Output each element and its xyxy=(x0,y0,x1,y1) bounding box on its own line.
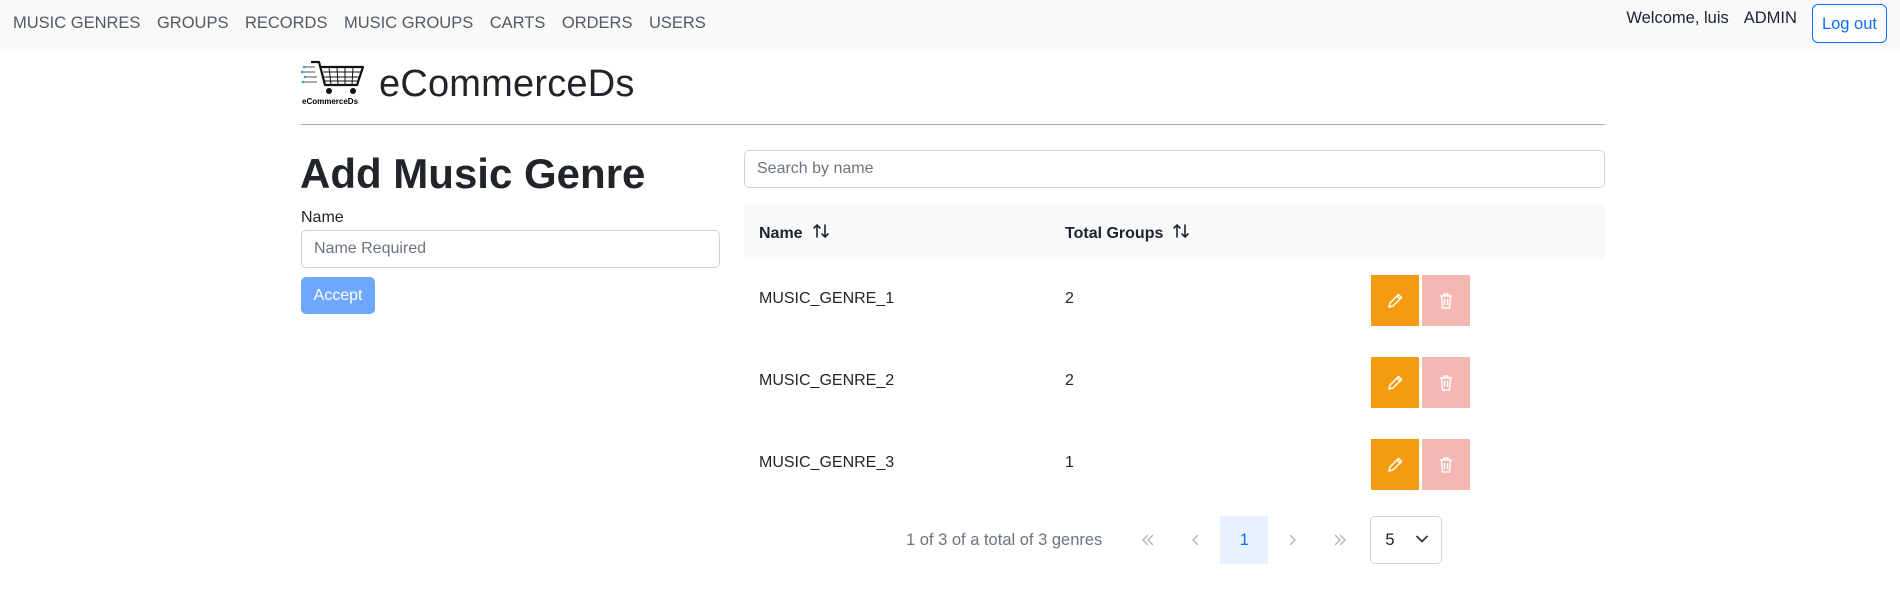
nav-user-area: Welcome, luis ADMIN Log out xyxy=(1626,4,1887,43)
edit-button[interactable] xyxy=(1371,439,1419,490)
trash-icon xyxy=(1440,292,1452,309)
first-page-button[interactable] xyxy=(1124,516,1172,564)
page-size-select[interactable]: 5 xyxy=(1370,516,1443,564)
brand-divider xyxy=(301,124,1605,125)
chevron-down-icon xyxy=(1416,535,1429,543)
delete-button[interactable] xyxy=(1422,275,1470,326)
table-row: MUSIC_GENRE_3 1 xyxy=(744,423,1605,505)
page-title: Add Music Genre xyxy=(300,150,646,197)
nav-link-groups[interactable]: GROUPS xyxy=(157,14,229,33)
previous-page-button[interactable] xyxy=(1172,516,1220,564)
nav-link-users[interactable]: USERS xyxy=(649,14,706,33)
column-header-total-groups[interactable]: Total Groups xyxy=(1065,222,1190,245)
nav-link-music-genres[interactable]: MUSIC GENRES xyxy=(13,14,140,33)
double-chevron-left-icon xyxy=(1142,534,1154,546)
brand: eCommerceDs eCommerceDs xyxy=(301,59,635,109)
total-groups-cell: 1 xyxy=(1065,454,1074,471)
double-chevron-right-icon xyxy=(1334,534,1347,546)
nav-links: MUSIC GENRES GROUPS RECORDS MUSIC GROUPS… xyxy=(13,14,722,33)
name-label: Name xyxy=(301,209,344,226)
search-input[interactable] xyxy=(744,150,1605,188)
trash-icon xyxy=(1440,456,1452,473)
accept-button[interactable]: Accept xyxy=(301,277,375,314)
edit-button[interactable] xyxy=(1371,275,1419,326)
next-page-button[interactable] xyxy=(1268,516,1316,564)
column-header-name-label: Name xyxy=(759,224,803,242)
name-field[interactable] xyxy=(301,230,720,268)
user-role: ADMIN xyxy=(1743,9,1797,27)
total-groups-cell: 2 xyxy=(1065,290,1074,307)
genres-table: Name Total Groups MUSIC_GENRE_1 2 MUSIC_… xyxy=(744,204,1605,505)
genre-name-cell: MUSIC_GENRE_1 xyxy=(759,290,895,307)
table-header: Name Total Groups xyxy=(744,204,1605,259)
pencil-icon xyxy=(1388,375,1403,390)
chevron-right-icon xyxy=(1289,534,1297,546)
nav-link-orders[interactable]: ORDERS xyxy=(562,14,633,33)
nav-link-records[interactable]: RECORDS xyxy=(245,14,328,33)
welcome-text: Welcome, luis xyxy=(1626,9,1729,27)
table-row: MUSIC_GENRE_2 2 xyxy=(744,341,1605,423)
column-header-total-label: Total Groups xyxy=(1065,224,1164,242)
column-header-name[interactable]: Name xyxy=(759,222,830,245)
total-groups-cell: 2 xyxy=(1065,372,1074,389)
pagination-info: 1 of 3 of a total of 3 genres xyxy=(906,530,1103,549)
edit-button[interactable] xyxy=(1371,357,1419,408)
trash-icon xyxy=(1440,374,1452,391)
chevron-left-icon xyxy=(1192,534,1199,546)
logout-button[interactable]: Log out xyxy=(1811,4,1887,43)
genre-name-cell: MUSIC_GENRE_3 xyxy=(759,454,895,471)
brand-name[interactable]: eCommerceDs xyxy=(379,63,635,106)
genre-name-cell: MUSIC_GENRE_2 xyxy=(759,372,895,389)
page-size-value: 5 xyxy=(1385,530,1395,549)
pencil-icon xyxy=(1388,457,1403,472)
nav-link-music-groups[interactable]: MUSIC GROUPS xyxy=(344,14,473,33)
cart-logo-icon: eCommerceDs xyxy=(301,59,367,109)
pagination: 1 of 3 of a total of 3 genres 1 5 xyxy=(906,516,1443,564)
current-page-button[interactable]: 1 xyxy=(1220,516,1269,564)
nav-link-carts[interactable]: CARTS xyxy=(490,14,546,33)
sort-icon xyxy=(812,222,830,245)
top-navbar: MUSIC GENRES GROUPS RECORDS MUSIC GROUPS… xyxy=(0,0,1900,51)
last-page-button[interactable] xyxy=(1316,516,1364,564)
delete-button[interactable] xyxy=(1422,439,1470,490)
delete-button[interactable] xyxy=(1422,357,1470,408)
sort-icon xyxy=(1172,222,1190,245)
pencil-icon xyxy=(1388,293,1403,308)
logo-caption: eCommerceDs xyxy=(302,97,359,106)
table-row: MUSIC_GENRE_1 2 xyxy=(744,259,1605,341)
